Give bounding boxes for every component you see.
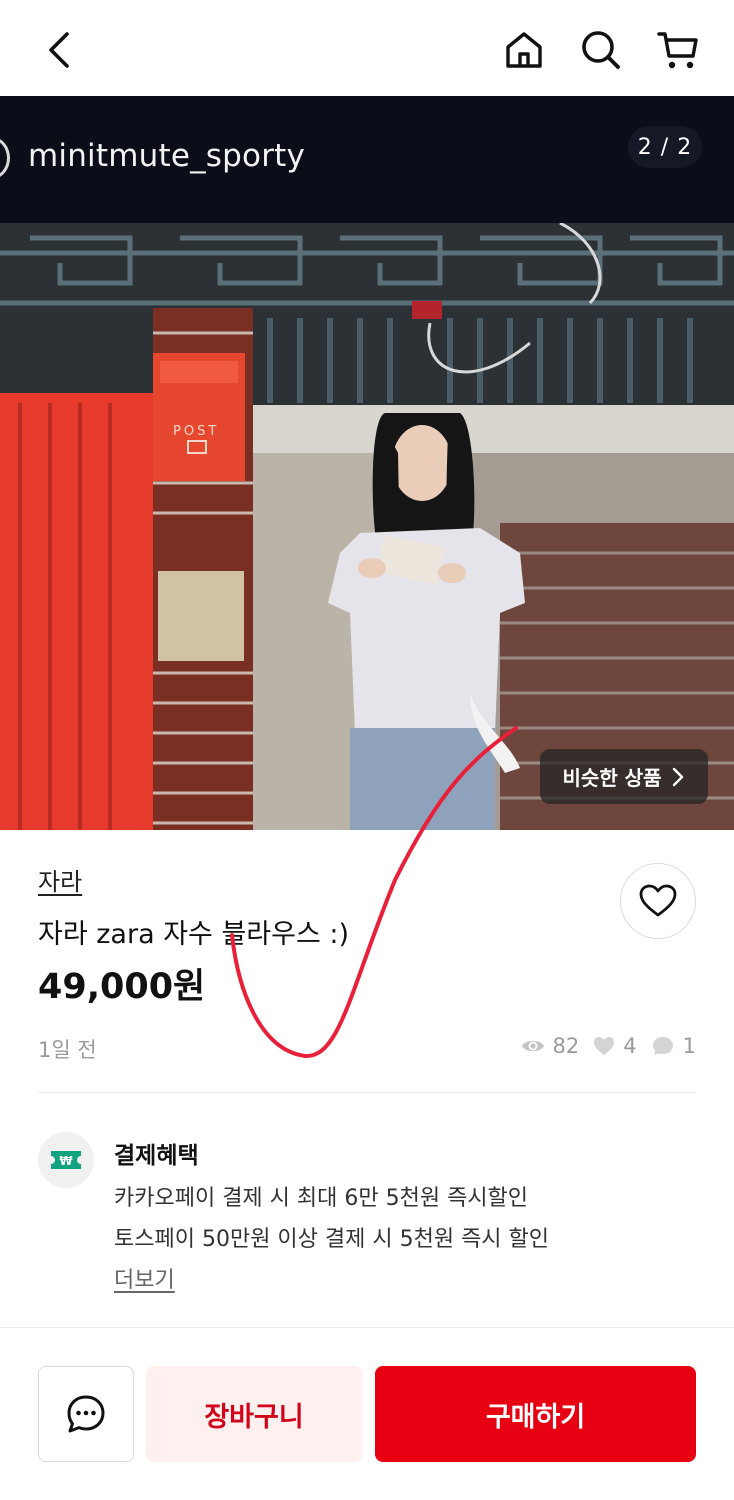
brand-link[interactable]: 자라 xyxy=(38,862,82,897)
benefit-line-tosspay: 토스페이 50만원 이상 결제 시 5천원 즉시 할인 xyxy=(114,1227,550,1252)
likes-stat: 4 xyxy=(593,1034,637,1058)
similar-products-button[interactable]: 비슷한 상품 xyxy=(540,749,708,804)
home-button[interactable] xyxy=(498,24,550,76)
seller-name[interactable]: minitmute_sporty xyxy=(28,138,305,174)
similar-products-label: 비슷한 상품 xyxy=(562,766,662,790)
search-icon xyxy=(582,31,620,69)
more-benefits-link[interactable]: 더보기 xyxy=(114,1262,175,1294)
product-photo[interactable]: POST xyxy=(0,223,734,830)
comments-stat: 1 xyxy=(651,1034,696,1058)
benefit-title: 결제혜택 xyxy=(114,1143,199,1169)
product-stats: 82 4 1 xyxy=(513,1034,696,1058)
eye-icon xyxy=(521,1040,544,1052)
won-symbol: ₩ xyxy=(59,1154,73,1168)
payment-benefit-icon-wrapper: ₩ xyxy=(38,1132,94,1188)
posted-time: 1일 전 xyxy=(38,1038,97,1062)
chevron-right-icon xyxy=(673,767,684,786)
won-ticket-icon: ₩ xyxy=(51,1151,81,1169)
buy-now-button[interactable]: 구매하기 xyxy=(375,1366,696,1462)
cart-icon xyxy=(657,32,698,69)
chat-button[interactable] xyxy=(38,1366,134,1462)
search-button[interactable] xyxy=(575,24,627,76)
heart-icon xyxy=(639,884,677,917)
views-count: 82 xyxy=(552,1034,580,1058)
home-icon xyxy=(506,32,542,68)
likes-count: 4 xyxy=(623,1034,637,1058)
top-nav-bar xyxy=(0,0,734,96)
mailbox-text: POST xyxy=(173,424,219,439)
chevron-left-icon xyxy=(49,32,69,68)
comments-count: 1 xyxy=(682,1034,696,1058)
photo-page-counter: 2 / 2 xyxy=(628,126,702,168)
like-button[interactable] xyxy=(620,863,696,939)
product-title: 자라 zara 자수 블라우스 :) xyxy=(38,919,350,950)
views-stat: 82 xyxy=(521,1034,580,1058)
add-to-cart-button[interactable]: 장바구니 xyxy=(146,1366,362,1462)
chat-icon xyxy=(67,1395,105,1433)
section-divider xyxy=(38,1092,696,1093)
chat-bubble-icon xyxy=(652,1037,673,1055)
cart-button[interactable] xyxy=(652,24,704,76)
bottom-bar-divider xyxy=(0,1327,734,1328)
back-button[interactable] xyxy=(34,24,86,76)
heart-icon xyxy=(594,1037,615,1055)
benefit-line-kakaopay: 카카오페이 결제 시 최대 6만 5천원 즉시할인 xyxy=(114,1186,529,1211)
product-price: 49,000원 xyxy=(38,967,206,1007)
